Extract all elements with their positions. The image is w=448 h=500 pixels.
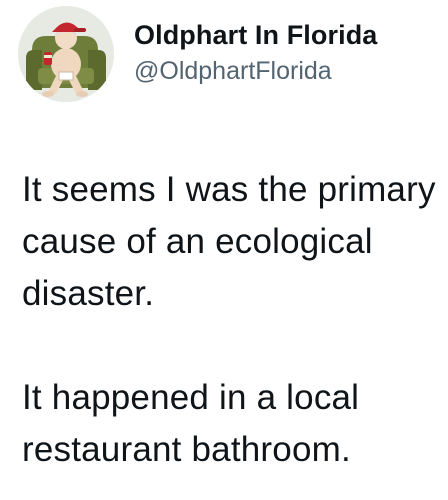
- tweet-header: Oldphart In Florida @OldphartFlorida: [0, 0, 448, 120]
- tweet-text: It seems I was the primary cause of an e…: [22, 164, 442, 476]
- author-handle[interactable]: @OldphartFlorida: [134, 54, 377, 88]
- tweet-paragraph: It happened in a local restaurant bathro…: [22, 378, 360, 469]
- tweet-paragraph: It seems I was the primary cause of an e…: [22, 170, 436, 313]
- cartoon-old-man-in-armchair-avatar: [18, 6, 114, 102]
- author-display-name[interactable]: Oldphart In Florida: [134, 18, 377, 52]
- author-info: Oldphart In Florida @OldphartFlorida: [134, 18, 377, 88]
- avatar[interactable]: [18, 6, 114, 102]
